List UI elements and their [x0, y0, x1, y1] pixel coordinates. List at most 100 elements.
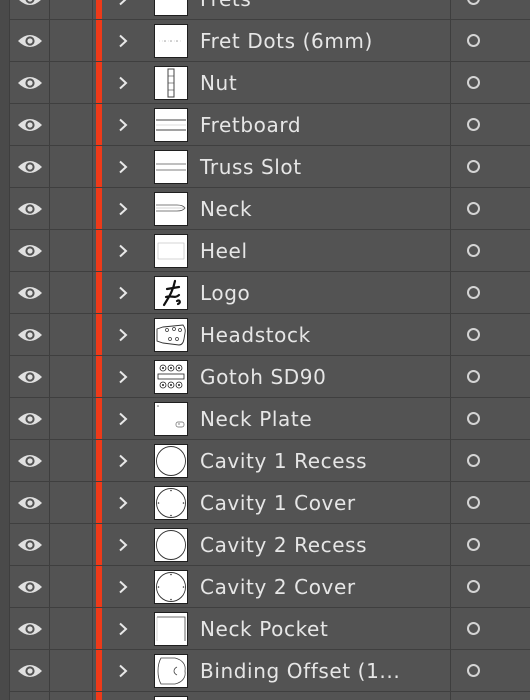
- layer-row-cavity-2-cover[interactable]: Cavity 2 Cover: [0, 566, 530, 608]
- layer-row-nut[interactable]: Nut: [0, 62, 530, 104]
- target-button[interactable]: [450, 230, 496, 271]
- lock-toggle[interactable]: [50, 314, 93, 355]
- lock-toggle[interactable]: [50, 272, 93, 313]
- layer-row-neck-plate[interactable]: Neck Plate: [0, 398, 530, 440]
- expand-toggle[interactable]: [108, 398, 138, 439]
- lock-toggle[interactable]: [50, 692, 93, 700]
- layer-row-headstock[interactable]: Headstock: [0, 314, 530, 356]
- visibility-toggle[interactable]: [10, 608, 50, 649]
- visibility-toggle[interactable]: [10, 188, 50, 229]
- selection-area[interactable]: [496, 314, 530, 355]
- target-button[interactable]: [450, 62, 496, 103]
- expand-toggle[interactable]: [108, 524, 138, 565]
- selection-area[interactable]: [496, 356, 530, 397]
- visibility-toggle[interactable]: [10, 566, 50, 607]
- target-button[interactable]: [450, 398, 496, 439]
- selection-area[interactable]: [496, 272, 530, 313]
- layer-row-frets[interactable]: Frets: [0, 0, 530, 20]
- selection-area[interactable]: [496, 188, 530, 229]
- target-button[interactable]: [450, 650, 496, 691]
- layer-thumbnail[interactable]: [154, 528, 188, 562]
- lock-toggle[interactable]: [50, 104, 93, 145]
- layer-name[interactable]: Fretboard: [200, 104, 301, 146]
- selection-area[interactable]: [496, 608, 530, 649]
- expand-toggle[interactable]: [108, 440, 138, 481]
- layer-thumbnail[interactable]: [154, 360, 188, 394]
- layer-row-logo[interactable]: Logo: [0, 272, 530, 314]
- selection-area[interactable]: [496, 104, 530, 145]
- layer-name[interactable]: Neck: [200, 188, 252, 230]
- target-button[interactable]: [450, 440, 496, 481]
- visibility-toggle[interactable]: [10, 146, 50, 187]
- expand-toggle[interactable]: [108, 566, 138, 607]
- lock-toggle[interactable]: [50, 62, 93, 103]
- target-button[interactable]: [450, 608, 496, 649]
- lock-toggle[interactable]: [50, 230, 93, 271]
- layer-name[interactable]: Neck Pocket: [200, 608, 328, 650]
- layer-thumbnail[interactable]: [154, 150, 188, 184]
- layer-thumbnail[interactable]: [154, 0, 188, 16]
- lock-toggle[interactable]: [50, 20, 93, 61]
- layer-row-cavity-1-recess[interactable]: Cavity 1 Recess: [0, 440, 530, 482]
- visibility-toggle[interactable]: [10, 482, 50, 523]
- layer-thumbnail[interactable]: [154, 66, 188, 100]
- layer-row-fretboard[interactable]: Fretboard: [0, 104, 530, 146]
- visibility-toggle[interactable]: [10, 398, 50, 439]
- layer-name[interactable]: Nut: [200, 62, 237, 104]
- visibility-toggle[interactable]: [10, 104, 50, 145]
- target-button[interactable]: [450, 20, 496, 61]
- lock-toggle[interactable]: [50, 146, 93, 187]
- expand-toggle[interactable]: [108, 482, 138, 523]
- layer-thumbnail[interactable]: [154, 108, 188, 142]
- layer-thumbnail[interactable]: [154, 402, 188, 436]
- target-button[interactable]: [450, 104, 496, 145]
- selection-area[interactable]: [496, 440, 530, 481]
- target-button[interactable]: [450, 692, 496, 700]
- selection-area[interactable]: [496, 566, 530, 607]
- layer-name[interactable]: Cavity 2 Recess: [200, 524, 367, 566]
- target-button[interactable]: [450, 0, 496, 19]
- expand-toggle[interactable]: [108, 188, 138, 229]
- expand-toggle[interactable]: [108, 314, 138, 355]
- layer-row-binding-offset-1[interactable]: Binding Offset (1...: [0, 650, 530, 692]
- expand-toggle[interactable]: [108, 230, 138, 271]
- target-button[interactable]: [450, 146, 496, 187]
- lock-toggle[interactable]: [50, 356, 93, 397]
- layer-thumbnail[interactable]: [154, 612, 188, 646]
- visibility-toggle[interactable]: [10, 20, 50, 61]
- layer-row-fret-dots-6mm[interactable]: Fret Dots (6mm): [0, 20, 530, 62]
- selection-area[interactable]: [496, 524, 530, 565]
- visibility-toggle[interactable]: [10, 62, 50, 103]
- target-button[interactable]: [450, 188, 496, 229]
- expand-toggle[interactable]: [108, 104, 138, 145]
- selection-area[interactable]: [496, 230, 530, 271]
- visibility-toggle[interactable]: [10, 230, 50, 271]
- expand-toggle[interactable]: [108, 356, 138, 397]
- lock-toggle[interactable]: [50, 482, 93, 523]
- selection-area[interactable]: [496, 398, 530, 439]
- target-button[interactable]: [450, 566, 496, 607]
- layer-row-neck[interactable]: Neck: [0, 188, 530, 230]
- layer-name[interactable]: Truss Slot: [200, 146, 302, 188]
- selection-area[interactable]: [496, 146, 530, 187]
- lock-toggle[interactable]: [50, 566, 93, 607]
- lock-toggle[interactable]: [50, 188, 93, 229]
- layer-name[interactable]: Neck Plate: [200, 398, 312, 440]
- lock-toggle[interactable]: [50, 524, 93, 565]
- expand-toggle[interactable]: [108, 146, 138, 187]
- layer-name[interactable]: Binding Offset (1...: [200, 650, 400, 692]
- layer-thumbnail[interactable]: [154, 24, 188, 58]
- layer-row-cavity-2-recess[interactable]: Cavity 2 Recess: [0, 524, 530, 566]
- selection-area[interactable]: [496, 692, 530, 700]
- expand-toggle[interactable]: [108, 62, 138, 103]
- layer-row-cavity-1-cover[interactable]: Cavity 1 Cover: [0, 482, 530, 524]
- visibility-toggle[interactable]: [10, 272, 50, 313]
- layer-thumbnail[interactable]: [154, 486, 188, 520]
- layer-name[interactable]: Cavity 1 Recess: [200, 440, 367, 482]
- expand-toggle[interactable]: [108, 0, 138, 19]
- layer-name[interactable]: Cavity 1 Cover: [200, 482, 356, 524]
- visibility-toggle[interactable]: [10, 692, 50, 700]
- lock-toggle[interactable]: [50, 608, 93, 649]
- visibility-toggle[interactable]: [10, 356, 50, 397]
- target-button[interactable]: [450, 482, 496, 523]
